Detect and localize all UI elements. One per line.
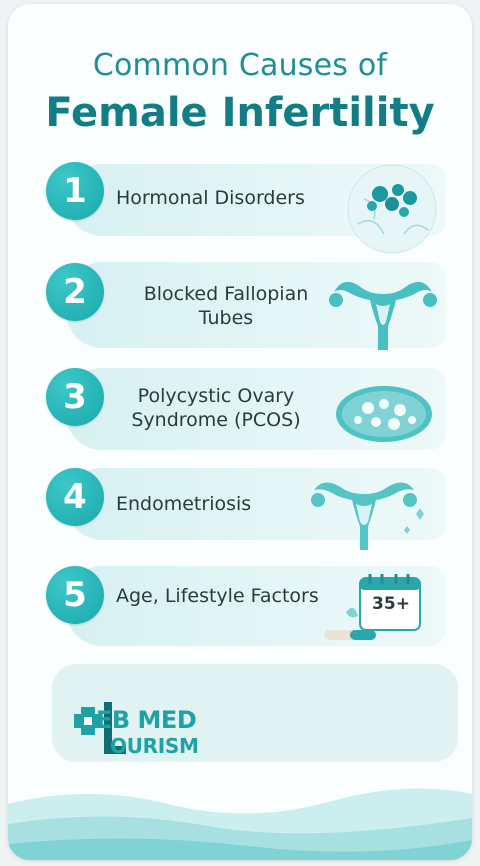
item-label-1: Hormonal Disorders	[116, 187, 305, 209]
ovary-icon	[336, 386, 432, 442]
number-badge-1: 1	[46, 162, 104, 220]
wave-decoration	[8, 788, 472, 860]
age-badge: 35+	[372, 594, 410, 614]
item-label-2: Blocked Fallopian Tubes	[143, 283, 309, 329]
title-line-1: Common Causes of	[92, 48, 388, 83]
calendar-icon: 35+	[320, 572, 430, 644]
number-badge-2: 2	[46, 263, 104, 321]
infographic-card: Common Causes of Female Infertility 1 Ho…	[8, 4, 472, 860]
logo-eb-med: EB MED	[96, 706, 197, 734]
number-badge-5: 5	[46, 566, 104, 624]
title-line-2: Female Infertility	[45, 90, 435, 136]
number-badge-4: 4	[46, 468, 104, 526]
uterus-endometriosis-icon	[311, 482, 424, 550]
hormone-cells-icon	[347, 164, 437, 254]
number-badge-3: 3	[46, 368, 104, 426]
logo-tourism: OURISM	[110, 734, 199, 758]
item-label-4: Endometriosis	[116, 493, 252, 515]
item-label-3: Polycystic Ovary Syndrome (PCOS)	[131, 385, 301, 431]
uterus-icon	[329, 281, 437, 350]
